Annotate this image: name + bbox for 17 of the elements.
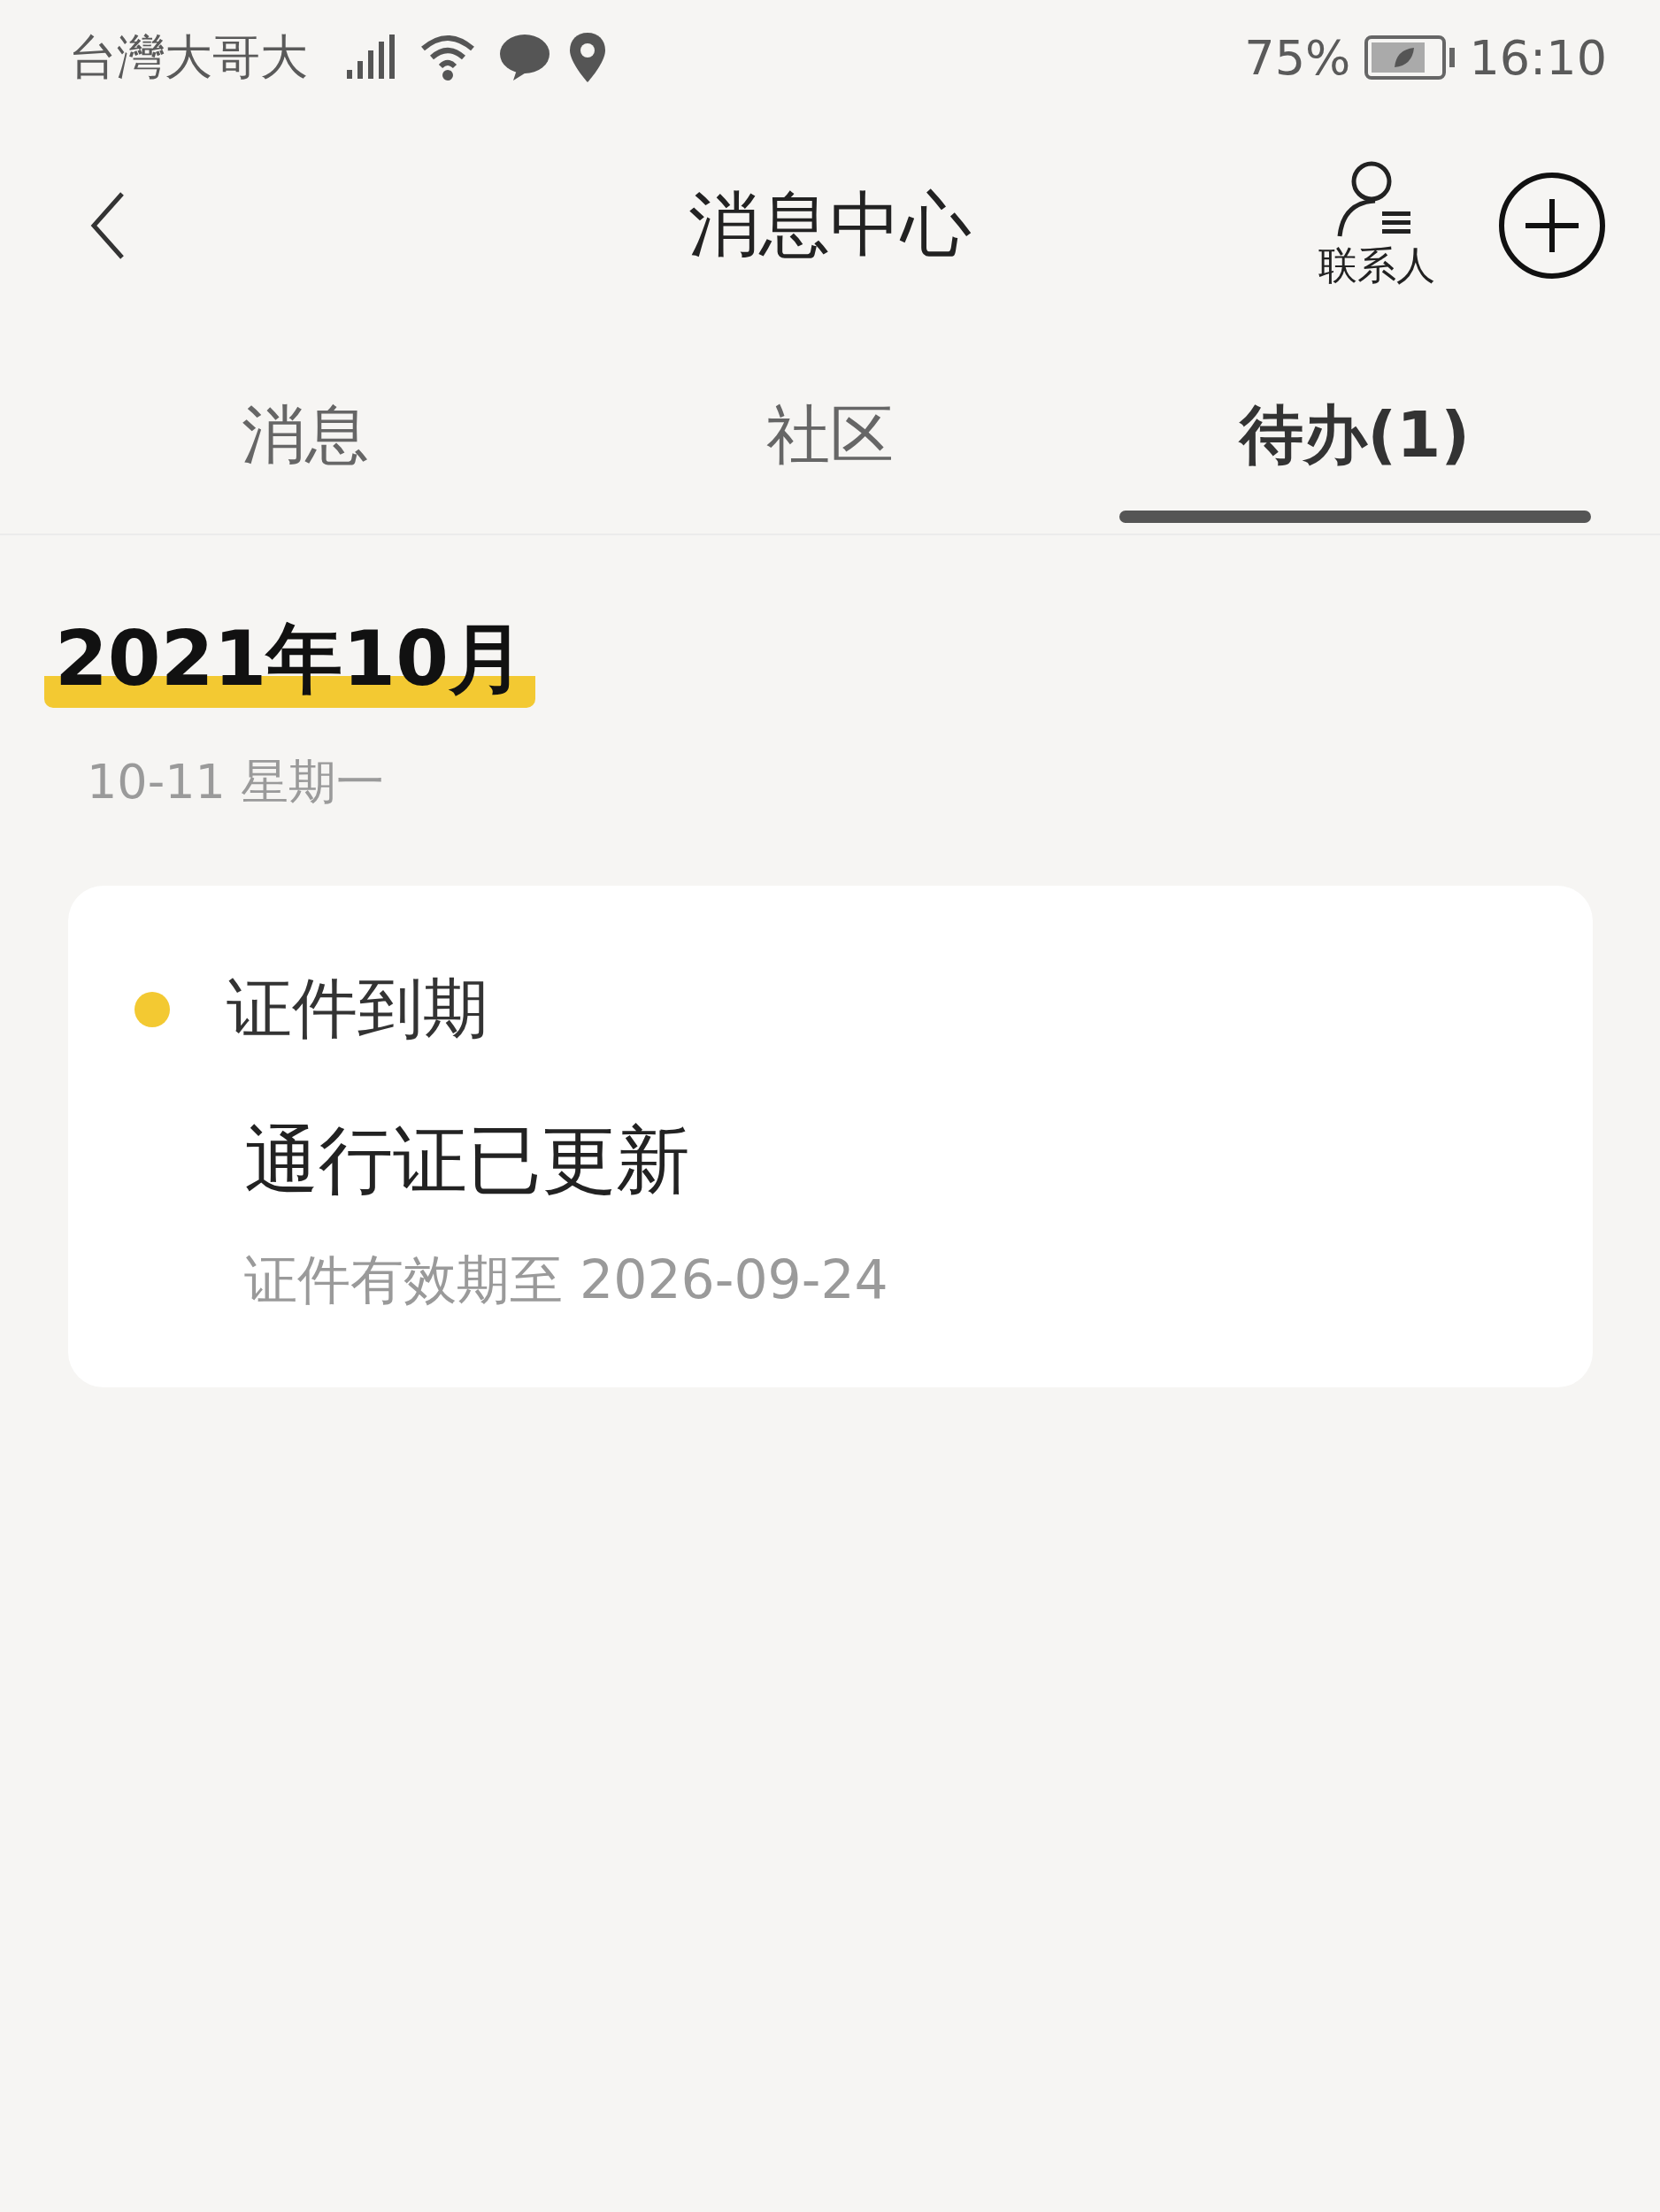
todo-category: 证件到期 — [227, 968, 488, 1048]
page-title: 消息中心 — [688, 182, 972, 267]
carrier-name: 台灣大哥大 — [69, 27, 308, 87]
clock-time: 16:10 — [1469, 29, 1607, 86]
todo-title: 通行证已更新 — [244, 1115, 691, 1205]
add-button[interactable] — [1497, 171, 1607, 280]
contacts-button[interactable]: 联系人 — [1318, 159, 1435, 292]
battery-icon — [1364, 35, 1457, 80]
date-label: 10-11 星期一 — [87, 752, 386, 811]
tab[interactable]: 消息 — [42, 336, 568, 534]
tab[interactable]: 社区 — [567, 336, 1093, 534]
todo-detail: 证件有效期至 2026-09-24 — [244, 1247, 889, 1312]
tab[interactable]: 待办(1) — [1092, 336, 1618, 534]
location-pin-icon — [570, 33, 605, 82]
todo-card[interactable]: 证件到期 通行证已更新 证件有效期至 2026-09-24 — [68, 885, 1593, 1387]
battery-percent: 75% — [1244, 29, 1351, 86]
chat-bubble-icon — [499, 35, 550, 81]
